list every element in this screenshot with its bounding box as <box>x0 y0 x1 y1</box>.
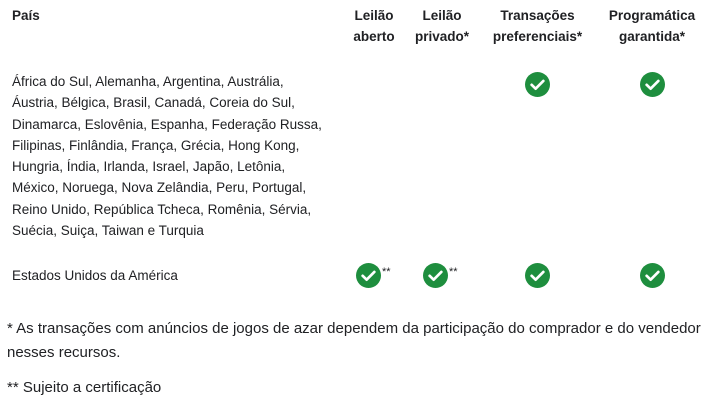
check-circle-icon <box>356 263 381 288</box>
header-preferred-deals-line-2: preferenciais* <box>492 29 583 44</box>
check-circle-icon <box>640 263 665 288</box>
country-line: Dinamarca, Eslovênia, Espanha, Federação… <box>12 116 322 132</box>
header-country: País <box>12 8 40 23</box>
header-preferred-deals: Transações preferenciais* <box>480 5 595 47</box>
country-line: Reino Unido, República Tcheca, Romênia, … <box>12 201 312 217</box>
certification-mark: ** <box>382 266 391 278</box>
country-line: Áustria, Bélgica, Brasil, Canadá, Coreia… <box>12 95 295 111</box>
country-line: Suécia, Suiça, Taiwan e Turquia <box>12 223 204 239</box>
header-private-auction-line-2: privado* <box>414 29 469 44</box>
header-open-auction: Leilão aberto <box>343 5 405 47</box>
certification-mark: ** <box>449 266 458 278</box>
footnote-certification: ** Sujeito a certificação <box>7 379 162 396</box>
country-line: Hungria, Índia, Irlanda, Israel, Japão, … <box>12 159 286 175</box>
check-circle-icon <box>525 263 550 288</box>
check-circle-icon <box>525 72 550 97</box>
header-private-auction: Leilão privado* <box>407 5 477 47</box>
country-line: Filipinas, Finlândia, França, Grécia, Ho… <box>12 137 300 153</box>
header-programmatic-guaranteed: Programática garantida* <box>597 5 707 47</box>
availability-table: País Leilão aberto Leilão privado* Trans… <box>0 0 708 409</box>
header-preferred-deals-line-1: Transações <box>500 8 575 23</box>
country-line: México, Noruega, Nova Zelândia, Peru, Po… <box>12 180 307 196</box>
check-circle-icon <box>640 72 665 97</box>
country-line: África do Sul, Alemanha, Argentina, Aust… <box>12 74 284 89</box>
footnote-gambling: * As transações com anúncios de jogos de… <box>7 320 701 361</box>
header-programmatic-guaranteed-line-1: Programática <box>608 8 696 23</box>
header-programmatic-guaranteed-line-2: garantida* <box>618 29 686 44</box>
header-private-auction-line-1: Leilão <box>422 8 462 23</box>
header-open-auction-line-2: aberto <box>353 29 395 44</box>
header-open-auction-line-1: Leilão <box>354 8 394 23</box>
check-circle-icon <box>423 263 448 288</box>
row-1-countries: África do Sul, Alemanha, Argentina, Aust… <box>12 71 347 241</box>
row-2-country: Estados Unidos da América <box>12 268 178 283</box>
